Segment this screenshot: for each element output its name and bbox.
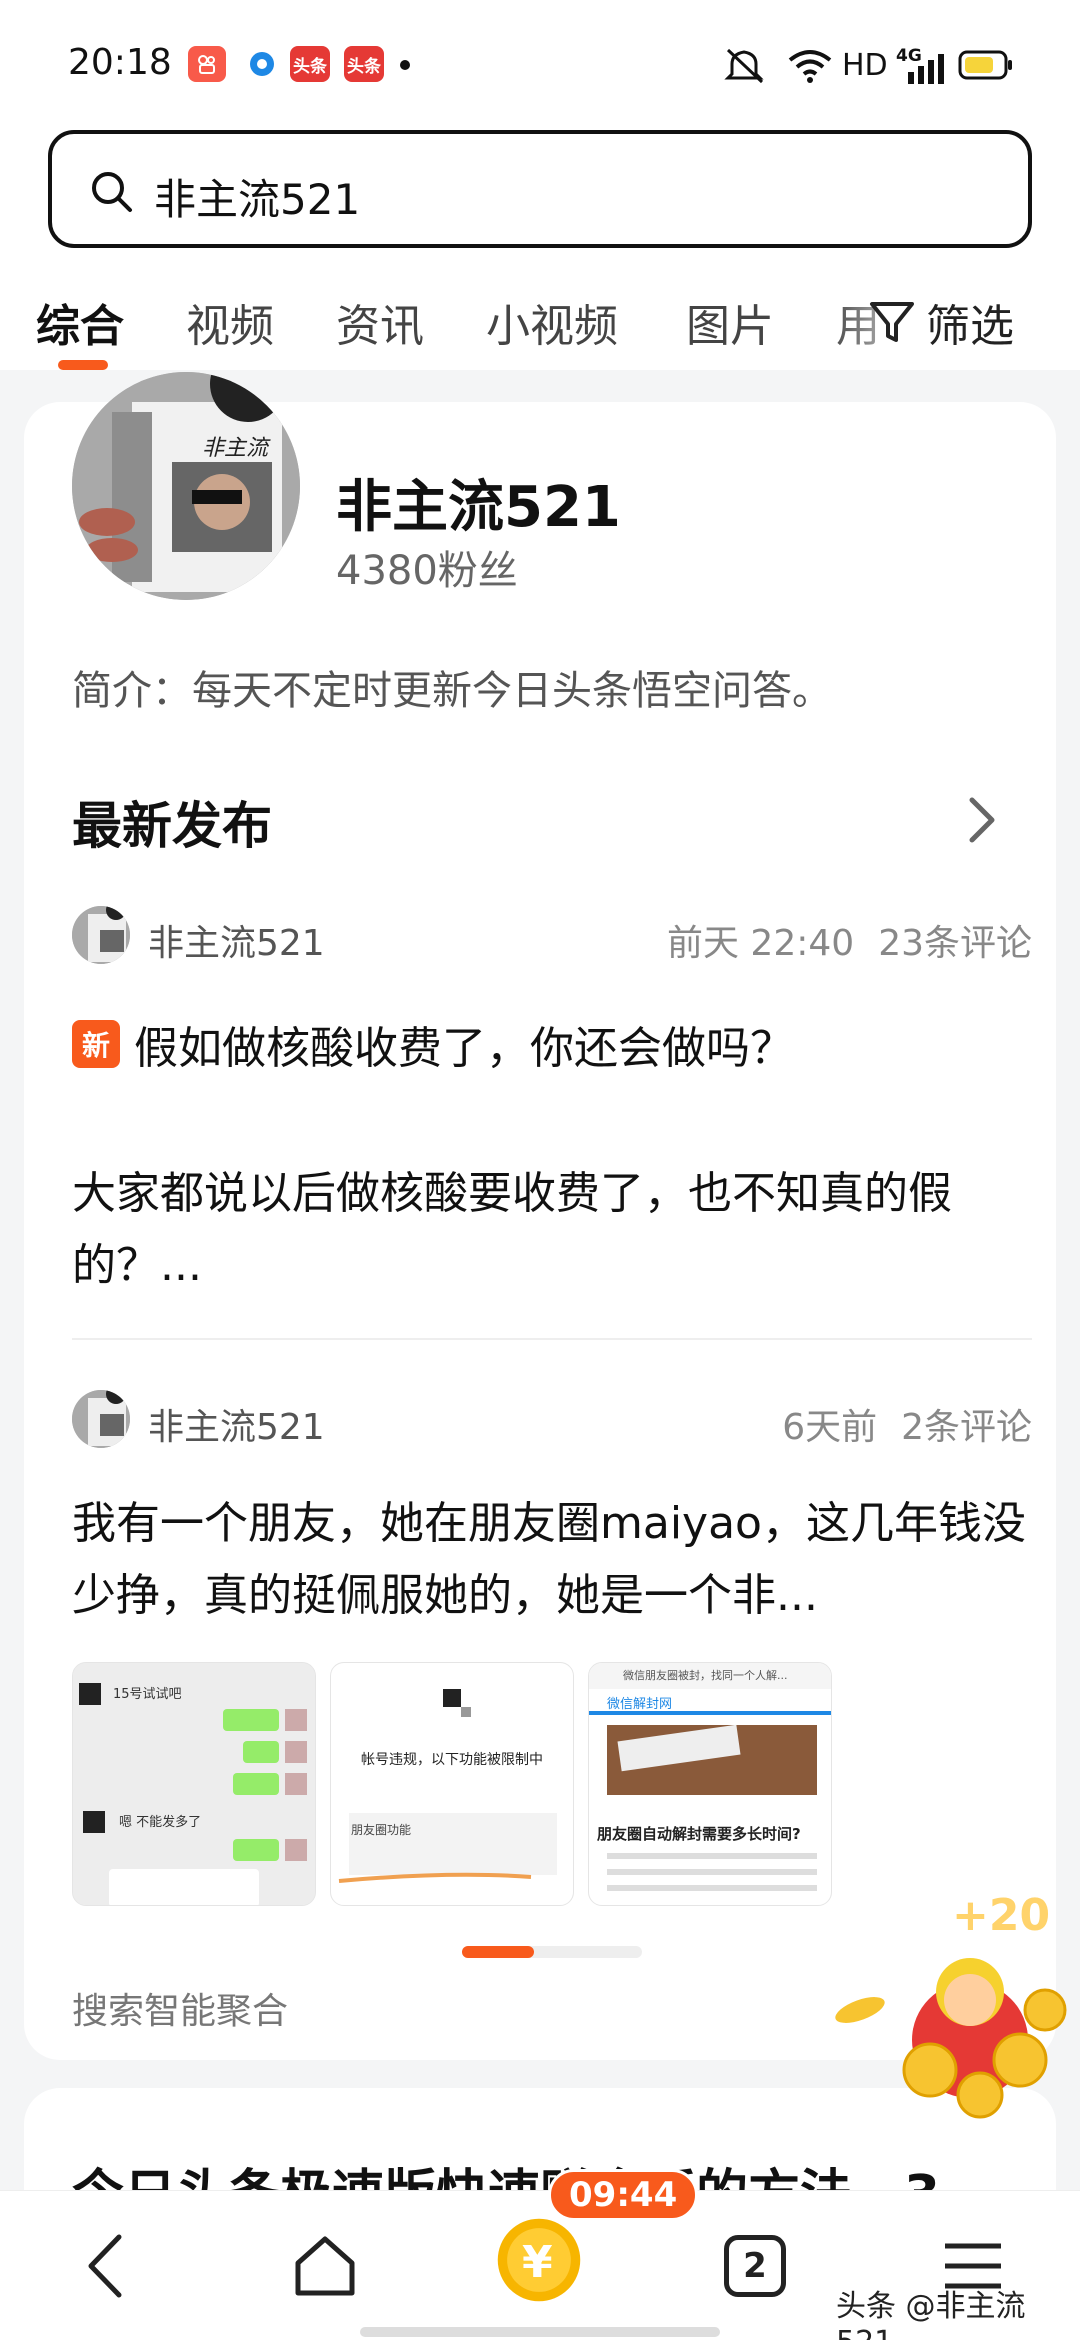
profile-name[interactable]: 非主流521 (336, 462, 621, 543)
app-icon-toutiao-lite: 头条 (344, 46, 384, 82)
tab-count: 2 (724, 2235, 786, 2297)
tab-images[interactable]: 图片 (686, 290, 774, 354)
filter-button[interactable]: 筛选 (868, 290, 1014, 354)
post-author[interactable]: 非主流521 (148, 1398, 325, 1450)
post-image-restriction[interactable]: 帐号违规，以下功能被限制中 朋友圈功能 (330, 1662, 574, 1906)
filter-icon (870, 302, 914, 342)
new-badge: 新 (72, 1020, 120, 1068)
post-excerpt[interactable]: 我有一个朋友，她在朋友圈maiyao，这几年钱没少挣，真的挺佩服她的，她是一个非… (72, 1488, 1032, 1632)
author-avatar[interactable] (72, 906, 130, 964)
countdown-badge: 09:44 (548, 2169, 699, 2221)
money-god-icon (835, 1958, 1067, 2119)
tab-short-video[interactable]: 小视频 (486, 290, 618, 354)
post-meta: 6天前 2条评论 (782, 1398, 1032, 1450)
signal-icon (908, 54, 944, 84)
post-header: 非主流521 6天前 2条评论 (72, 1390, 1032, 1450)
tabs-button[interactable]: 2 (710, 2221, 800, 2311)
author-avatar[interactable] (72, 1390, 130, 1448)
fans-count: 4380粉丝 (336, 548, 518, 594)
clock: 20:18 (68, 42, 172, 83)
home-icon (295, 2236, 355, 2296)
home-indicator (360, 2327, 720, 2337)
chat-message: 嗯 不能发多了 (119, 1815, 202, 1830)
post-comments: 2条评论 (901, 1407, 1032, 1448)
divider (72, 1338, 1032, 1340)
search-query-text: 非主流521 (154, 175, 361, 224)
watermark: 头条 @非主流521 (836, 2289, 1026, 2340)
post-image-chat[interactable]: 15号试试吧 嗯 不能发多了 (72, 1662, 316, 1906)
post-images: 15号试试吧 嗯 不能发多了 帐号违规，以下功能被限制中 朋友圈功能 微信朋友圈… (72, 1662, 1032, 1912)
wifi-icon (788, 50, 832, 83)
article-search-text: 微信朋友圈被封，找同一个人解... (623, 1669, 788, 1682)
tab-video[interactable]: 视频 (186, 290, 274, 354)
tab-comprehensive[interactable]: 综合 (36, 290, 124, 354)
search-area: 非主流521 (0, 130, 1080, 250)
avatar-book-text: 非主流 (202, 436, 269, 461)
back-button[interactable] (62, 2221, 152, 2311)
search-input[interactable]: 非主流521 (48, 130, 1032, 248)
app-icon-blue (244, 46, 280, 82)
post-time: 6天前 (782, 1407, 878, 1448)
aggregate-label: 搜索智能聚合 (72, 1991, 289, 2032)
post-comments: 23条评论 (878, 923, 1032, 964)
coin-timer-button[interactable]: ¥ (494, 2215, 584, 2305)
chat-message: 15号试试吧 (113, 1687, 182, 1702)
battery-icon (958, 50, 1012, 80)
home-button[interactable] (280, 2221, 370, 2311)
category-tabs: 综合 视频 资讯 小视频 图片 用 筛选 (0, 250, 1080, 370)
tab-news[interactable]: 资讯 (336, 290, 424, 354)
hd-label: HD (842, 48, 888, 83)
reward-float[interactable]: +20 (820, 1890, 1080, 2130)
article-brand: 微信解封网 (607, 1697, 673, 1712)
post-title[interactable]: 新 假如做核酸收费了，你还会做吗？ (72, 1012, 794, 1076)
post-author[interactable]: 非主流521 (148, 914, 325, 966)
avatar[interactable]: 非主流 (72, 372, 300, 600)
chevron-right-icon[interactable] (964, 792, 1000, 848)
coin-symbol: ¥ (522, 2237, 553, 2288)
status-bar: 20:18 头条 头条 HD 4G (0, 0, 1080, 130)
mute-icon (724, 48, 764, 84)
post-meta: 前天 22:40 23条评论 (667, 914, 1032, 966)
search-icon (92, 172, 132, 212)
post-title-text: 假如做核酸收费了，你还会做吗？ (134, 1023, 794, 1074)
filter-label: 筛选 (926, 301, 1014, 352)
notification-dot (400, 60, 410, 70)
app-icon-toutiao: 头条 (290, 46, 330, 82)
post-time: 前天 22:40 (666, 923, 855, 964)
profile-intro: 简介：每天不定时更新今日头条悟空问答。 (72, 668, 832, 714)
active-tab-indicator (58, 360, 108, 370)
post-header: 非主流521 前天 22:40 23条评论 (72, 906, 1032, 966)
post-excerpt[interactable]: 大家都说以后做核酸要收费了，也不知真的假的？... (72, 1158, 1032, 1302)
post-image-article[interactable]: 微信朋友圈被封，找同一个人解... 微信解封网 朋友圈自动解封需要多长时间? (588, 1662, 832, 1906)
back-arrow-icon (88, 2234, 122, 2298)
article-title: 朋友圈自动解封需要多长时间? (597, 1825, 801, 1843)
restriction-title: 帐号违规，以下功能被限制中 (361, 1752, 543, 1768)
app-icon-kuaishou (188, 46, 226, 82)
latest-section-title: 最新发布 (72, 797, 272, 855)
restriction-item: 朋友圈功能 (351, 1823, 412, 1837)
user-result-card[interactable]: 非主流 非主流521 4380粉丝 简介：每天不定时更新今日头条悟空问答。 最新… (24, 372, 1056, 2060)
bottom-nav: ¥ 09:44 2 头条 @非主流521 (0, 2169, 1080, 2340)
image-scroll-indicator (462, 1946, 642, 1958)
